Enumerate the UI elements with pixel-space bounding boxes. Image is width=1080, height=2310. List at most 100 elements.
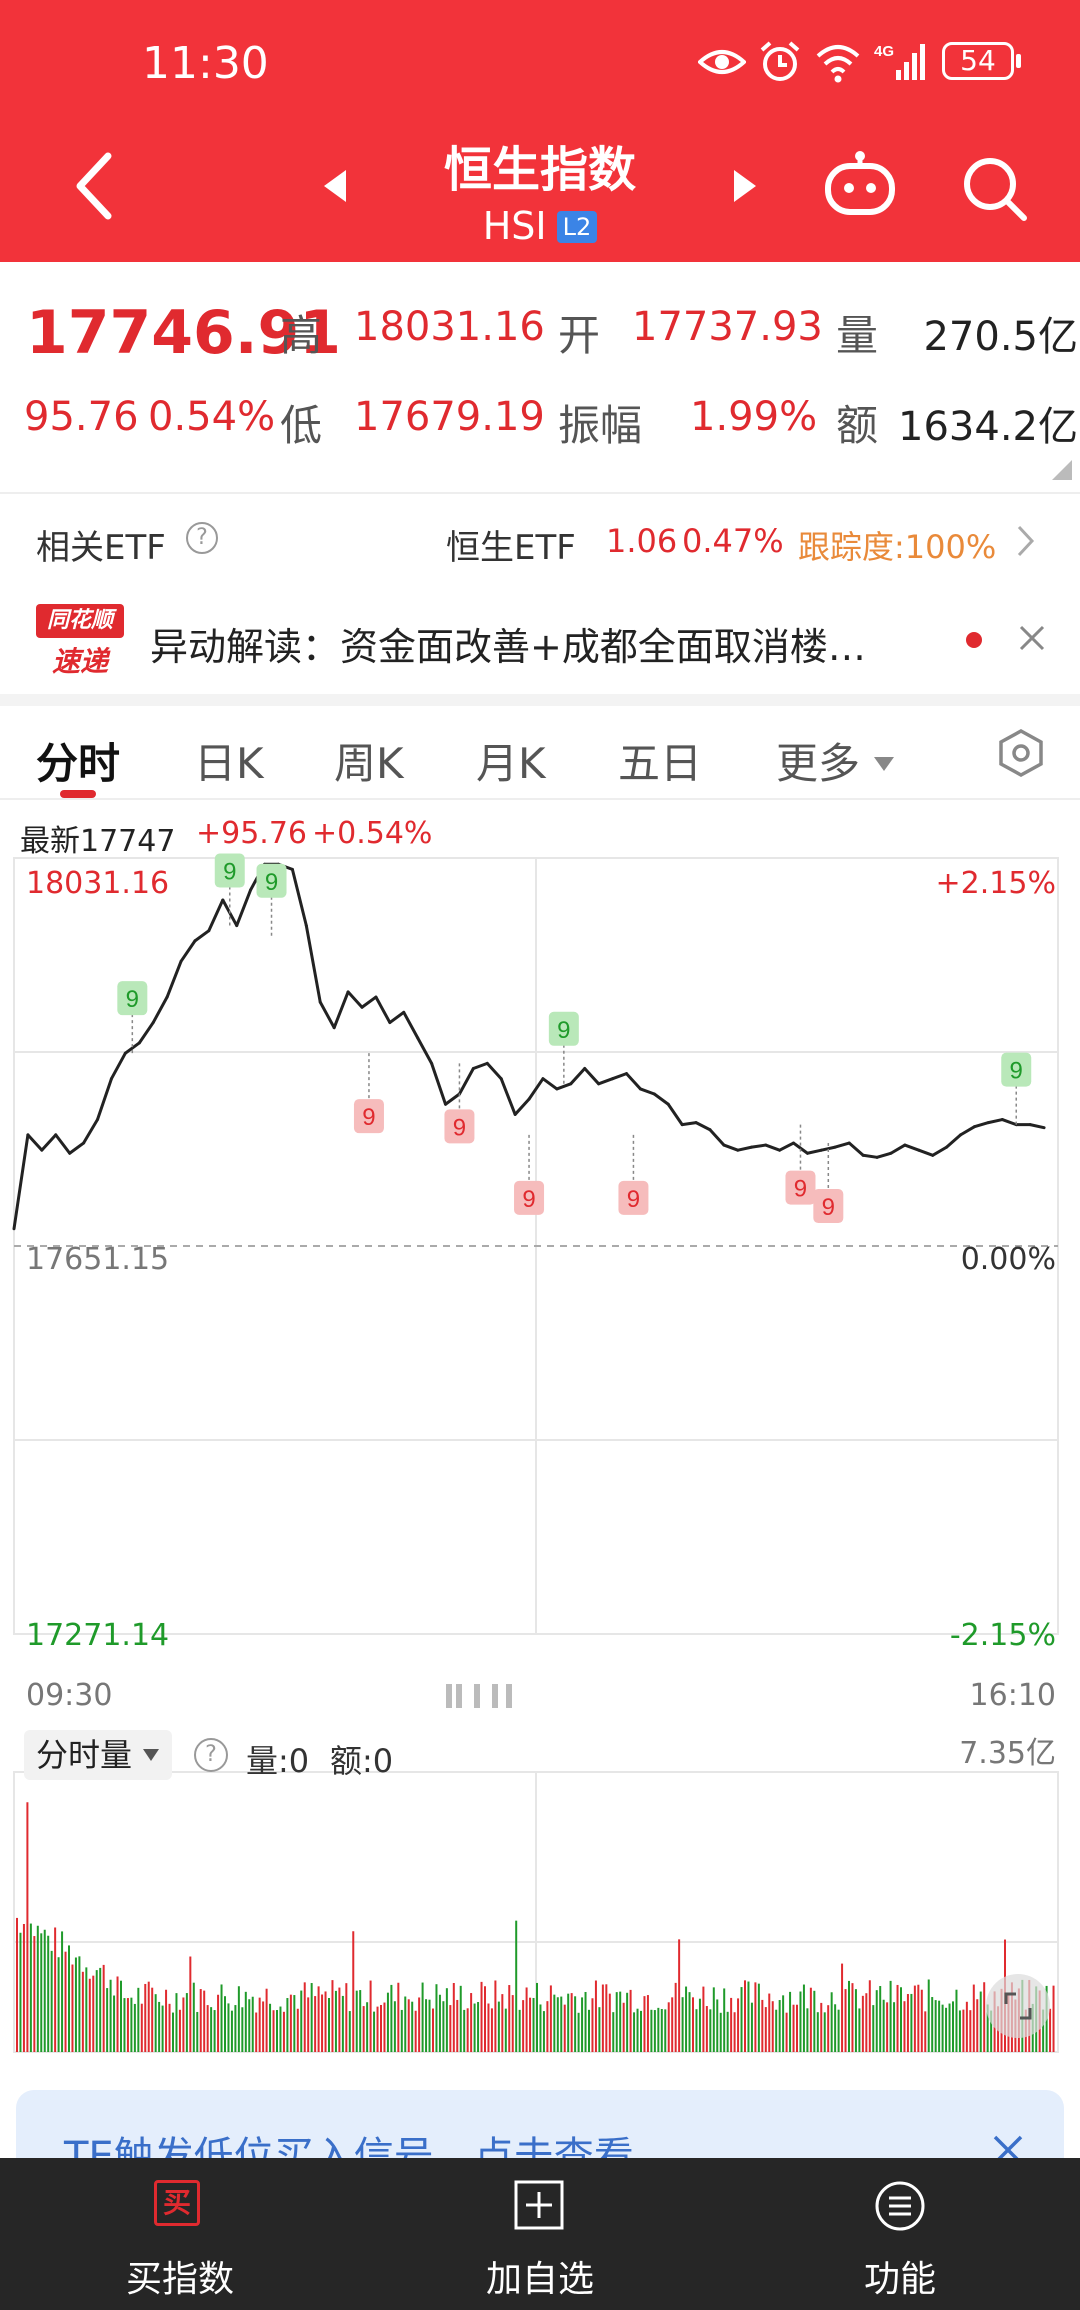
section-gap (0, 694, 1080, 706)
news-text[interactable]: 异动解读：资金面改善+成都全面取消楼… (150, 616, 866, 671)
volume-bar (924, 2011, 927, 2052)
volume-selector[interactable]: 分时量 (24, 1730, 173, 1780)
price-segment (986, 1118, 1004, 1125)
nav-functions[interactable]: 功能 (720, 2158, 1080, 2310)
expand-corner-icon[interactable] (1052, 460, 1072, 480)
volume-bar (702, 1986, 705, 2052)
price-segment (54, 1133, 72, 1155)
tab-five-day[interactable]: 五日 (618, 730, 702, 791)
volume-bar (806, 2008, 809, 2052)
price-segment (903, 1143, 921, 1152)
nav-add-watchlist[interactable]: 加自选 (360, 2158, 720, 2310)
drag-handle-icon[interactable] (444, 1680, 516, 1712)
eye-icon (698, 50, 746, 74)
volume-bar (487, 2003, 490, 2052)
volume-bar (68, 1945, 70, 2052)
volume-bar (230, 2010, 233, 2052)
news-logo-top: 同花顺 (36, 604, 124, 638)
intraday-chart-area[interactable]: 最新17747 +95.76 +0.54% 99999999999 18031.… (0, 800, 1080, 2060)
price-segment (541, 1077, 559, 1091)
unread-dot (966, 632, 982, 648)
price-segment (96, 1077, 113, 1122)
page-title: 恒生指数 (443, 142, 636, 198)
volume-bar (352, 1931, 355, 2052)
volume-bar (920, 1989, 923, 2052)
high-label: 高 (280, 311, 323, 360)
settings-hexagon-icon[interactable] (996, 728, 1046, 778)
nav-buy-index[interactable]: 买 买指数 (0, 2158, 360, 2310)
volume-bar (889, 1980, 892, 2052)
volume-bar (95, 1970, 98, 2052)
volume-bar (185, 1993, 188, 2052)
price-segment (597, 1077, 615, 1086)
signal-4g-icon: 4G (874, 43, 925, 80)
volume-bar (712, 1987, 715, 2052)
volume-bar (116, 1976, 119, 2052)
volume-bar (102, 1964, 105, 2052)
related-etf-row[interactable]: 相关ETF ? 恒生ETF 1.06 0.47% 跟踪度:100% (0, 494, 1080, 586)
volume-bar (206, 2005, 209, 2052)
volume-bar (646, 1995, 649, 2052)
volume-bar (761, 1999, 764, 2052)
volume-bar (248, 1999, 251, 2052)
volume-bar (217, 1994, 220, 2052)
price-segment (374, 995, 392, 1025)
search-icon[interactable] (962, 156, 1028, 222)
news-flash-row[interactable]: 同花顺 速递 异动解读：资金面改善+成都全面取消楼… (0, 586, 1080, 694)
volume-help-icon[interactable]: ? (194, 1738, 228, 1772)
price-segment (193, 929, 211, 943)
news-logo-bottom: 速递 (51, 645, 108, 678)
etf-label: 相关ETF (36, 528, 166, 568)
robot-assistant-icon[interactable] (822, 148, 898, 220)
nav-buy-index-label: 买指数 (125, 2259, 234, 2300)
volume-bar (494, 1980, 497, 2052)
tab-weekly-k[interactable]: 周K (334, 730, 404, 791)
volume-bar (123, 1998, 126, 2052)
price-segment (694, 1121, 712, 1132)
volume-bar (768, 1993, 771, 2052)
volume-bar (29, 1923, 32, 2052)
etf-tracking: 跟踪度:100% (798, 528, 997, 566)
price-segment (778, 1141, 796, 1152)
fullscreen-button[interactable] (986, 1974, 1050, 2038)
volume-bar (244, 1991, 247, 2052)
volume-bar (393, 2001, 396, 2052)
signal-label: 9 (223, 859, 236, 886)
signal-label: 9 (522, 1186, 535, 1213)
volume-bar (196, 2011, 199, 2052)
volume-bar (678, 1939, 681, 2052)
price-segment (26, 1133, 44, 1152)
price-segment (917, 1148, 935, 1157)
tab-more[interactable]: 更多 (776, 730, 895, 791)
volume-bar (886, 2002, 889, 2052)
volume-bar (858, 2008, 861, 2052)
tab-monthly-k[interactable]: 月K (476, 730, 546, 791)
volume-bar (879, 1986, 882, 2052)
volume-bar (19, 1932, 22, 2052)
signal-markers: 99 99 9999 999 (117, 853, 1032, 1224)
volume-bar (331, 1980, 334, 2052)
help-icon[interactable]: ? (186, 522, 218, 554)
volume-bar (463, 2009, 466, 2052)
price-segment (666, 1102, 684, 1127)
volume-bar (178, 2009, 181, 2052)
volume-bar (775, 2009, 778, 2052)
intraday-chart[interactable]: 99 99 9999 999 (0, 800, 1080, 2060)
price-segment (430, 1061, 448, 1106)
volume-bar (477, 2002, 480, 2052)
volume-bar (480, 1981, 483, 2052)
volume-bar (629, 1989, 632, 2052)
high-value: 18031.16 (354, 304, 545, 350)
volume-bar (952, 2001, 954, 2052)
price-segment (290, 867, 308, 928)
tab-daily-k[interactable]: 日K (194, 730, 264, 791)
volume-bar (844, 1989, 847, 2052)
volume-bar (747, 1981, 750, 2052)
tab-intraday[interactable]: 分时 (36, 730, 120, 791)
price-segment (1028, 1123, 1046, 1130)
volume-bar (414, 2010, 417, 2052)
volume-bar (126, 1998, 129, 2052)
low-label: 低 (280, 401, 323, 450)
next-arrow-icon[interactable] (732, 168, 760, 204)
close-icon[interactable] (1018, 624, 1046, 652)
